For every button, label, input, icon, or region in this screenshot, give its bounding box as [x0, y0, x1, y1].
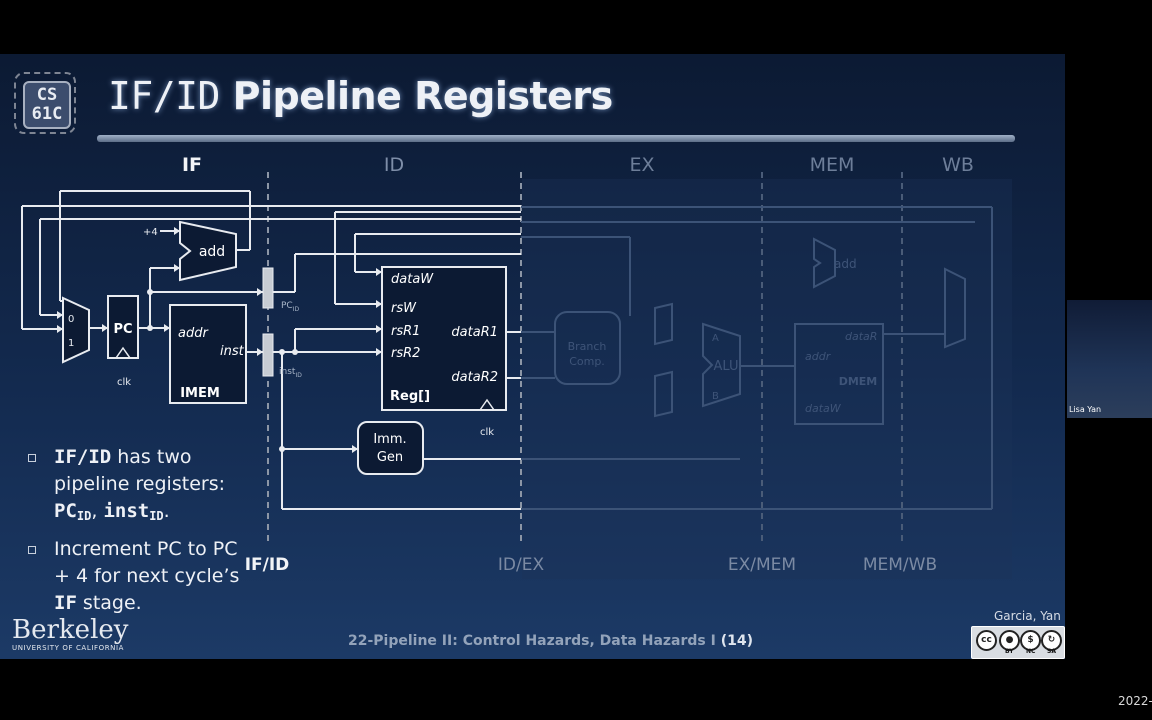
dmem-datar-label: dataR: [845, 330, 877, 343]
inst-id-register: [262, 333, 274, 377]
bullet-marker: [28, 454, 36, 462]
regfile-datar2-label: dataR2: [451, 370, 498, 385]
lecture-slide: CS 61C IF/ID Pipeline Registers IF ID EX…: [0, 54, 1065, 659]
lecture-title: 22-Pipeline II: Control Hazards, Data Ha…: [348, 633, 721, 649]
stage-if: IF: [182, 154, 202, 176]
dmem-dataw-label: dataW: [805, 402, 842, 415]
stage-id: ID: [384, 154, 404, 176]
bullet-1-reg1-sub: ID: [76, 509, 92, 523]
wb-add-label: add: [834, 257, 857, 271]
boundary-id-ex: ID/EX: [498, 555, 545, 575]
bullet-1-sep: ,: [91, 500, 104, 522]
regfile-rsr2-label: rsR2: [391, 346, 420, 361]
dmem-label: DMEM: [839, 375, 878, 388]
pc-label: PC: [113, 322, 132, 337]
bullet-2-text-end: stage.: [76, 592, 142, 614]
bullet-1-end: .: [163, 500, 170, 522]
bullet-1-reg2-sub: ID: [149, 509, 164, 523]
bullet-2-text: Increment PC to PC + 4 for next cycle’s: [54, 538, 240, 587]
webcam-thumbnail[interactable]: Lisa Yan: [1067, 300, 1152, 418]
regfile-datar1-label: dataR1: [451, 325, 498, 340]
slide-footer: 22-Pipeline II: Control Hazards, Data Ha…: [348, 633, 753, 649]
mux-input-1: 1: [68, 338, 74, 349]
regfile-rsr1-label: rsR1: [391, 324, 420, 339]
webcam-name-label: Lisa Yan: [1069, 405, 1102, 414]
bullet-item-2: Increment PC to PC + 4 for next cycle’s …: [20, 536, 250, 617]
boundary-mem-wb: MEM/WB: [863, 555, 937, 575]
stage-wb: WB: [942, 154, 974, 176]
pc-mux: [62, 296, 90, 364]
immgen-label-2: Gen: [377, 450, 403, 465]
bullet-marker: [28, 546, 36, 554]
adder-label: add: [199, 244, 225, 260]
regfile-label: Reg[]: [390, 389, 430, 404]
imem-label: IMEM: [180, 386, 220, 401]
authors: Garcia, Yan: [994, 609, 1061, 623]
pc-id-label: PCID: [281, 301, 299, 313]
alu-b-label: B: [712, 391, 719, 402]
alu-label: ALU: [713, 359, 738, 374]
timestamp: 2022-: [1118, 694, 1152, 708]
immgen-box: [357, 421, 424, 475]
berkeley-wordmark: Berkeley: [12, 615, 129, 645]
branch-comp-label-1: Branch: [568, 340, 607, 353]
bullet-item-1: IF/ID has two pipeline registers: PCID, …: [20, 444, 250, 530]
berkeley-logo: Berkeley UNIVERSITY OF CALIFORNIA: [12, 616, 128, 652]
pc-clk-label: clk: [117, 377, 131, 388]
by-label: BY: [1005, 648, 1014, 655]
bullet-1-reg1: PC: [54, 500, 77, 522]
immgen-label-1: Imm.: [373, 432, 406, 447]
boundary-if-id: IF/ID: [245, 555, 290, 575]
cc-icon: cc: [976, 630, 997, 651]
imem-addr-label: addr: [178, 326, 209, 341]
cc-license-badge: cc ● $ ↻ BY NC SA: [971, 626, 1065, 659]
mux-input-0: 0: [68, 314, 74, 325]
regfile-rsw-label: rsW: [391, 301, 417, 316]
stage-ex: EX: [629, 154, 654, 176]
bullet-1-mono: IF/ID: [54, 446, 112, 468]
boundary-ex-mem: EX/MEM: [728, 555, 796, 575]
sa-label: SA: [1047, 648, 1056, 655]
imem-inst-label: inst: [220, 344, 245, 359]
dmem-addr-label: addr: [805, 350, 832, 363]
alu-a-label: A: [712, 333, 719, 344]
faded-region: [522, 179, 1012, 579]
nc-label: NC: [1026, 648, 1036, 655]
branch-comp-label-2: Comp.: [569, 355, 605, 368]
plus4-label: +4: [143, 227, 158, 238]
bullet-2-mono: IF: [54, 592, 77, 614]
berkeley-subtitle: UNIVERSITY OF CALIFORNIA: [12, 644, 125, 652]
regfile-clk-label: clk: [480, 427, 494, 438]
pc-id-register: [262, 267, 274, 309]
bullet-list: IF/ID has two pipeline registers: PCID, …: [20, 444, 250, 623]
bullet-1-reg2: inst: [103, 500, 150, 522]
stage-mem: MEM: [810, 154, 855, 176]
page-number: (14): [720, 633, 753, 649]
regfile-dataw-label: dataW: [391, 272, 434, 287]
